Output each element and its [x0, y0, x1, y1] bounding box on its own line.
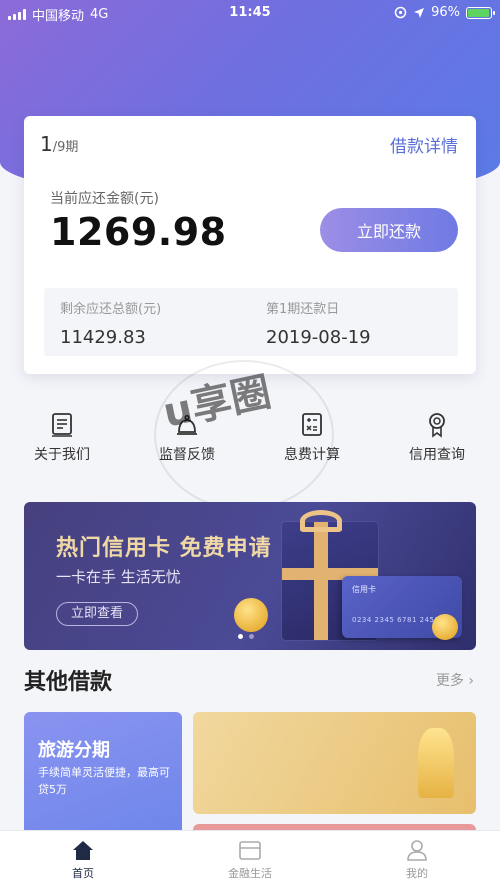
repayment-card: 1/9期 借款详情 当前应还金额(元) 1269.98 立即还款 剩余应还总额(…: [24, 116, 476, 374]
coin-icon: [234, 598, 268, 632]
screen-lock-icon: [394, 6, 407, 19]
amount-due-value: 1269.98: [50, 210, 227, 254]
wallet-icon: [239, 841, 261, 860]
carousel-dot: [249, 634, 254, 639]
period-current: 1: [40, 132, 53, 156]
tab-bar: 首页 金融生活 我的: [0, 830, 500, 888]
quick-action-credit-check[interactable]: 信用查询: [387, 412, 487, 464]
repay-now-button[interactable]: 立即还款: [320, 208, 458, 252]
loan-product-card[interactable]: [193, 712, 476, 814]
quick-action-label: 关于我们: [34, 447, 90, 463]
banner-subtitle: 一卡在手 生活无忧: [56, 568, 181, 586]
repayment-summary: 剩余应还总额(元) 11429.83 第1期还款日 2019-08-19: [44, 288, 458, 356]
amount-due-label: 当前应还金额(元): [50, 191, 159, 207]
document-icon: [52, 413, 72, 437]
remaining-total-value: 11429.83: [60, 327, 146, 348]
chevron-right-icon: ›: [468, 673, 474, 689]
credit-card-banner[interactable]: 热门信用卡 免费申请 一卡在手 生活无忧 立即查看 信用卡 0234 2345 …: [24, 502, 476, 650]
wheat-icon: [418, 728, 454, 798]
loan-product-name: 旅游分期: [38, 740, 110, 761]
tab-profile[interactable]: 我的: [367, 839, 467, 881]
gift-ribbon: [314, 522, 328, 640]
bell-icon: [177, 414, 197, 435]
section-title: 其他借款: [24, 670, 113, 695]
quick-action-fee-calculator[interactable]: 息费计算: [262, 412, 362, 464]
carousel-indicator: [238, 634, 254, 639]
quick-action-label: 息费计算: [284, 447, 340, 463]
more-label: 更多: [435, 673, 464, 689]
quick-actions: 关于我们 监督反馈 息费计算 信用查询: [0, 412, 500, 472]
quick-action-feedback[interactable]: 监督反馈: [137, 412, 237, 464]
loan-details-link[interactable]: 借款详情: [390, 132, 458, 157]
calculator-icon: [302, 413, 322, 436]
battery-percent: 96%: [431, 5, 460, 20]
banner-view-button[interactable]: 立即查看: [56, 602, 138, 626]
credit-card-number: 0234 2345 6781 2450: [352, 616, 440, 624]
remaining-total-label: 剩余应还总额(元): [60, 302, 162, 317]
loan-product-card[interactable]: 旅游分期 手续简单灵活便捷，最高可贷5万: [24, 712, 182, 842]
due-date-value: 2019-08-19: [266, 327, 371, 348]
user-icon: [407, 840, 427, 861]
installment-period: 1/9期: [40, 132, 78, 156]
status-bar: 中国移动 4G 11:45 96%: [0, 0, 500, 26]
tab-label: 首页: [72, 867, 94, 880]
tab-home[interactable]: 首页: [33, 839, 133, 881]
due-date-label: 第1期还款日: [266, 302, 340, 317]
quick-action-label: 监督反馈: [159, 447, 215, 463]
badge-icon: [429, 413, 445, 438]
gift-bow: [300, 510, 342, 532]
home-icon: [73, 841, 93, 860]
tab-label: 我的: [406, 867, 428, 880]
carousel-dot: [238, 634, 243, 639]
credit-card-name: 信用卡: [352, 585, 376, 594]
more-link[interactable]: 更多 ›: [436, 670, 474, 690]
banner-title: 热门信用卡 免费申请: [56, 536, 272, 561]
coin-icon: [432, 614, 458, 640]
battery-icon: [466, 6, 495, 19]
quick-action-about-us[interactable]: 关于我们: [12, 412, 112, 464]
tab-financial-life[interactable]: 金融生活: [200, 839, 300, 881]
quick-action-label: 信用查询: [409, 447, 465, 463]
tab-label: 金融生活: [228, 867, 272, 880]
period-total: /9期: [52, 140, 79, 155]
location-arrow-icon: [414, 7, 425, 18]
loan-product-desc: 手续简单灵活便捷，最高可贷5万: [38, 766, 170, 796]
